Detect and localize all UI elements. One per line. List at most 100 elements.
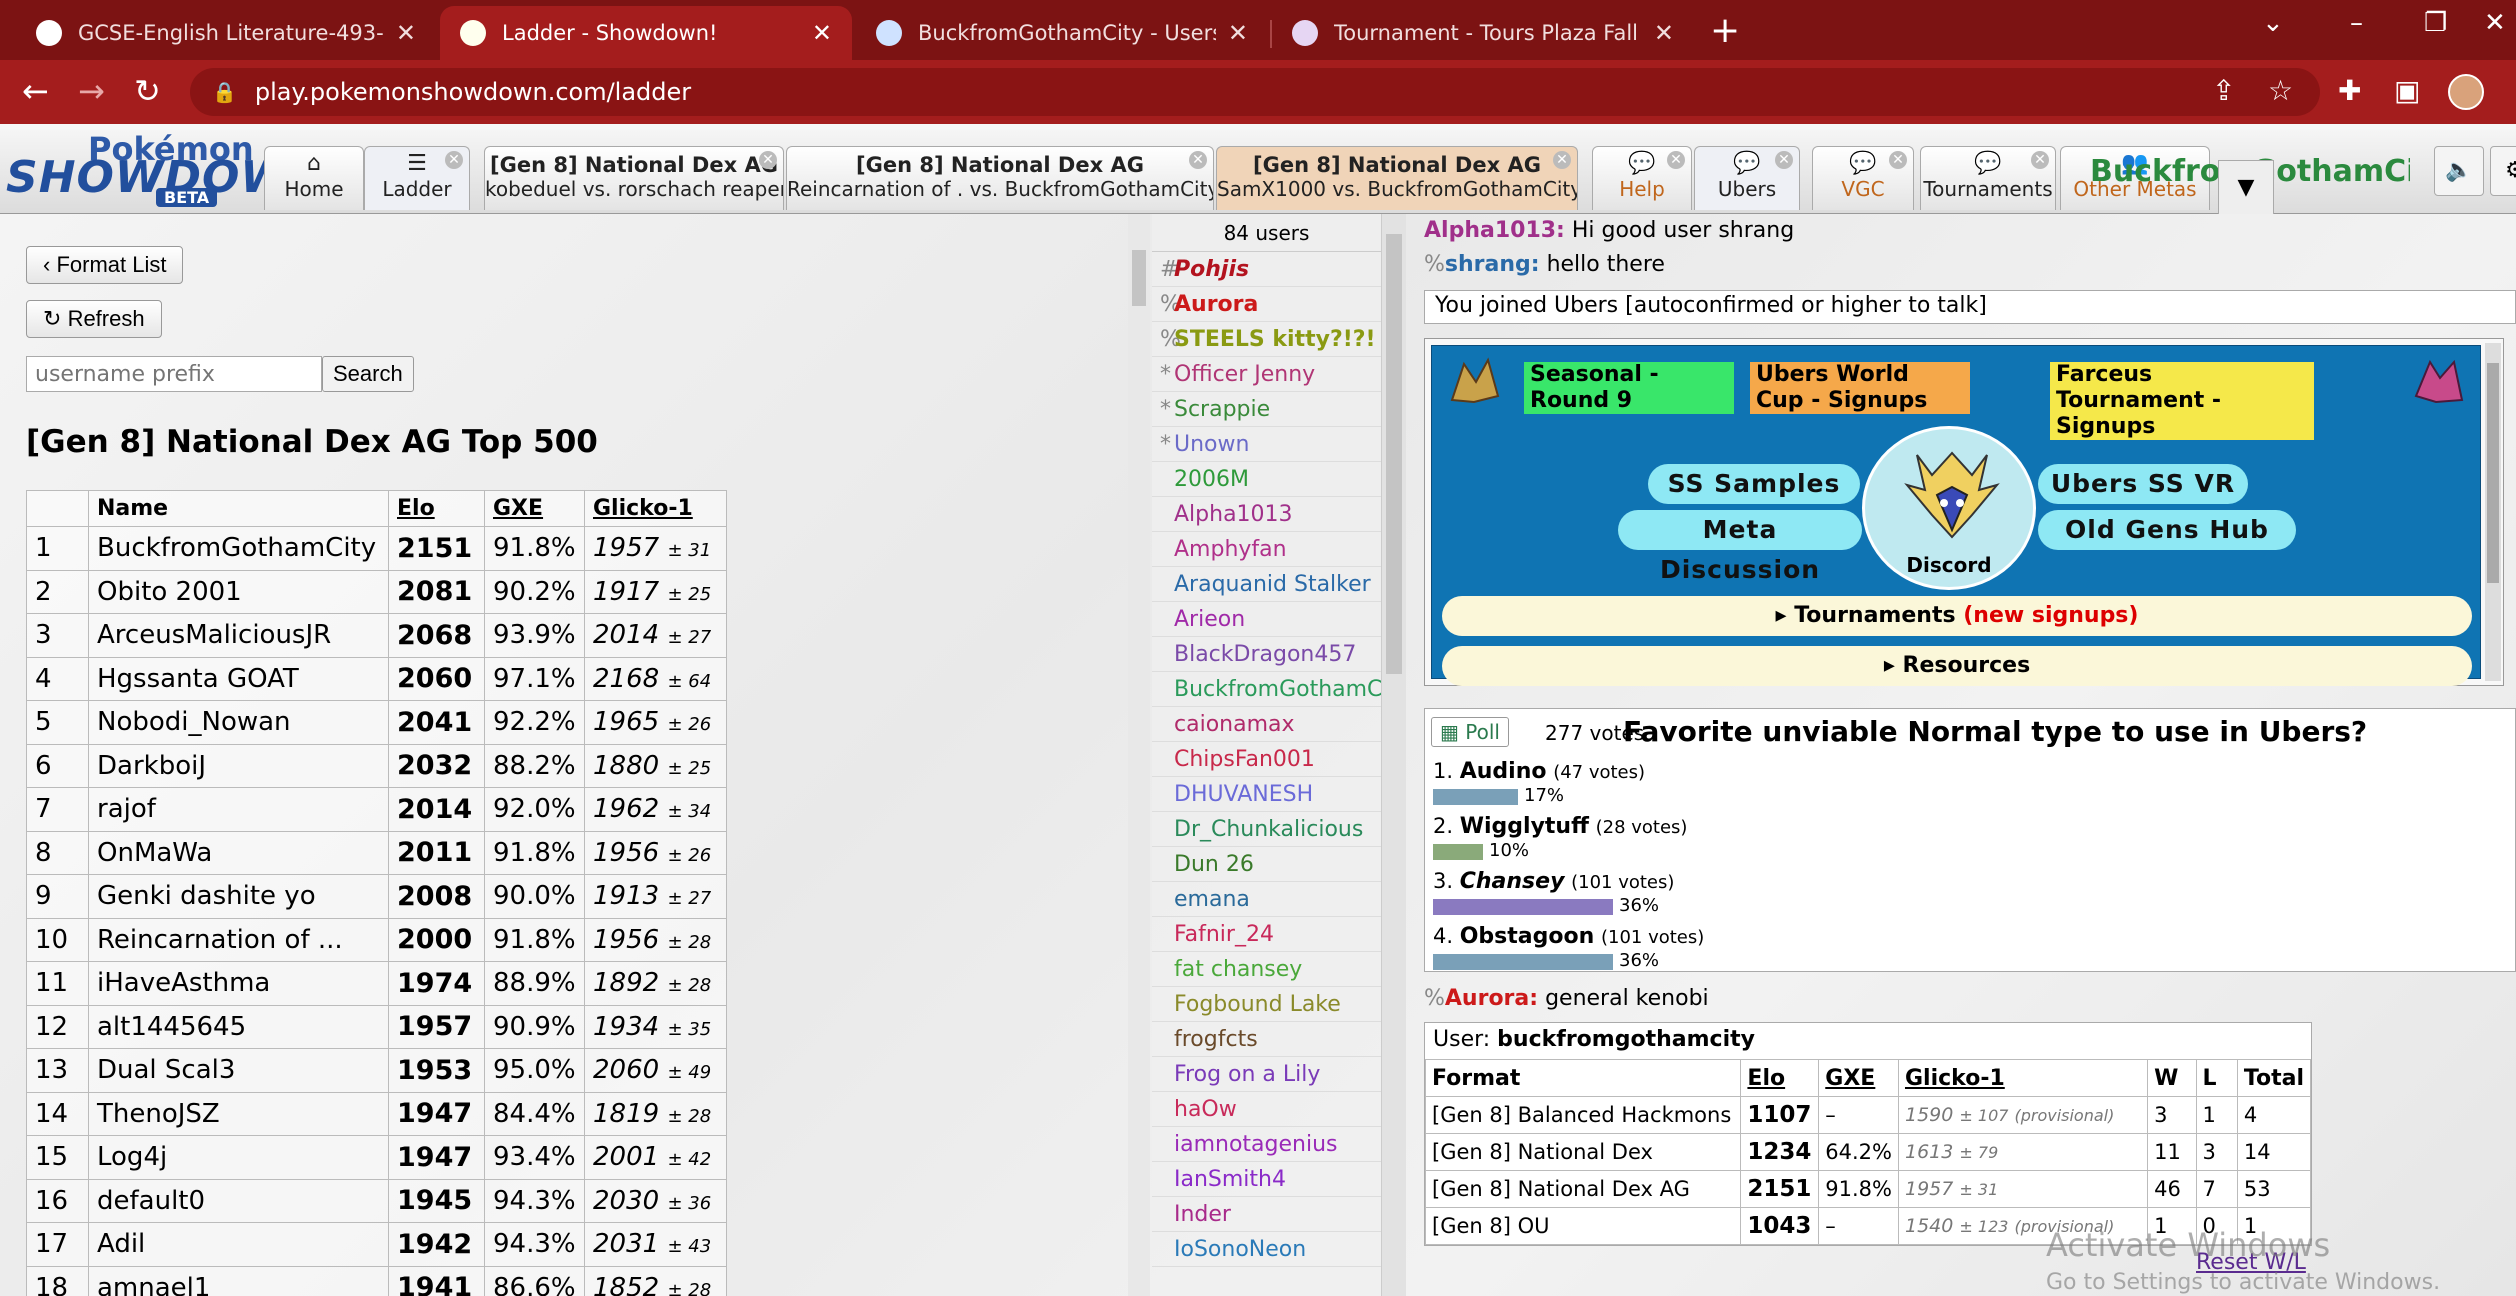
chat-author[interactable]: Aurora: [1445,986,1538,1011]
user-list-item[interactable]: BlackDragon457 [1152,637,1381,672]
player-name-cell[interactable]: Adil [88,1222,389,1267]
player-name-cell[interactable]: OnMaWa [88,830,389,875]
tab-tournaments[interactable]: ✕ 💬 Tournaments [1920,146,2056,210]
tab-ubers[interactable]: ✕ 💬 Ubers [1694,146,1800,210]
user-list-item[interactable]: Fafnir_24 [1152,917,1381,952]
user-list-item[interactable]: #Pohjis [1152,252,1381,287]
close-icon[interactable]: ✕ [1775,151,1793,169]
user-list-item[interactable]: Fogbound Lake [1152,987,1381,1022]
user-list-item[interactable]: ChipsFan001 [1152,742,1381,777]
poll-option[interactable]: 4. Obstagoon (101 votes) [1433,924,1704,949]
player-name-cell[interactable]: Hgssanta GOAT [88,656,389,701]
rankings-username[interactable]: buckfromgothamcity [1497,1027,1755,1052]
ubers-ss-vr-link[interactable]: Ubers SS VR [2038,464,2248,504]
player-name-cell[interactable]: Log4j [88,1135,389,1180]
close-icon[interactable]: ✕ [759,151,777,169]
tab-help[interactable]: ✕ 💬 Help [1592,146,1692,210]
browser-tab-ladder[interactable]: Ladder - Showdown! ✕ [440,6,852,60]
chevron-down-icon[interactable]: ▼ [2218,160,2274,216]
badge-world-cup[interactable]: Ubers World Cup - Signups [1750,362,1970,414]
user-list-item[interactable]: emana [1152,882,1381,917]
format-cell[interactable]: [Gen 8] National Dex AG [1424,1170,1742,1208]
player-name-cell[interactable]: iHaveAsthma [88,961,389,1006]
user-list-item[interactable]: IanSmith4 [1152,1162,1381,1197]
scrollbar-thumb[interactable] [1132,250,1146,306]
player-name-cell[interactable]: default0 [88,1178,389,1223]
profile-avatar[interactable] [2448,74,2484,110]
badge-farceus[interactable]: Farceus Tournament - Signups [2050,362,2314,440]
user-list-item[interactable]: Arieon [1152,602,1381,637]
user-list-item[interactable]: * Scrappie [1152,392,1381,427]
user-list-scrollbar[interactable] [1382,214,1406,1296]
format-cell[interactable]: [Gen 8] National Dex [1424,1133,1742,1171]
col-elo[interactable]: Elo [388,490,485,527]
username-prefix-input[interactable] [26,356,322,392]
player-name-cell[interactable]: Dual Scal3 [88,1048,389,1093]
close-icon[interactable]: ✕ [1654,19,1674,47]
user-list-item[interactable]: caionamax [1152,707,1381,742]
col-glicko[interactable]: Glicko-1 [584,490,727,527]
chat-author[interactable]: shrang: [1445,252,1540,277]
tournaments-toggle[interactable]: ▸ Tournaments (new signups) [1442,596,2472,636]
poll-option[interactable]: 3. Chansey (101 votes) [1433,869,1674,894]
window-close-icon[interactable]: ✕ [2484,8,2506,38]
player-name-cell[interactable]: DarkboiJ [88,743,389,788]
player-name-cell[interactable]: Genki dashite yo [88,874,389,919]
user-list-item[interactable]: Dun 26 [1152,847,1381,882]
search-button[interactable]: Search [322,356,414,392]
poll-option[interactable]: 2. Wigglytuff (28 votes) [1433,814,1687,839]
col-gxe[interactable]: GXE [484,490,585,527]
old-gens-hub-link[interactable]: Old Gens Hub [2038,510,2296,550]
ss-samples-link[interactable]: SS Samples [1648,464,1860,504]
user-list-item[interactable]: Frog on a Lily [1152,1057,1381,1092]
close-icon[interactable]: ✕ [1189,151,1207,169]
chat-author[interactable]: Alpha1013: [1424,218,1565,243]
format-list-button[interactable]: ‹ Format List [26,246,184,284]
meta-discussion-link[interactable]: Meta Discussion [1618,510,1862,584]
share-icon[interactable]: ⇪ [2212,74,2235,107]
player-name-cell[interactable]: Nobodi_Nowan [88,700,389,745]
close-icon[interactable]: ✕ [1553,151,1571,169]
ladder-scrollbar[interactable] [1128,214,1150,1296]
user-list-item[interactable]: * Officer Jenny [1152,357,1381,392]
close-icon[interactable]: ✕ [445,151,463,169]
tab-battle-reincarnation[interactable]: ✕ [Gen 8] National Dex AG Reincarnation … [786,146,1214,210]
user-list-item[interactable]: Alpha1013 [1152,497,1381,532]
col-name[interactable]: Name [88,490,389,527]
player-name-cell[interactable]: ThenoJSZ [88,1091,389,1136]
forward-arrow-icon[interactable]: → [78,72,105,110]
browser-tab-gcse[interactable]: GCSE-English Literature-493-Sun ✕ [16,6,436,60]
user-list-item[interactable]: %Aurora [1152,287,1381,322]
user-list-item[interactable]: DHUVANESH [1152,777,1381,812]
close-icon[interactable]: ✕ [1228,19,1248,47]
player-name-cell[interactable]: ArceusMaliciousJR [88,613,389,658]
player-name-cell[interactable]: Obito 2001 [88,569,389,614]
format-cell[interactable]: [Gen 8] OU [1424,1207,1742,1245]
user-list-item[interactable]: frogfcts [1152,1022,1381,1057]
user-list-item[interactable]: %STEELS kitty?!?! [1152,322,1381,357]
user-list-item[interactable]: fat chansey [1152,952,1381,987]
user-list-item[interactable]: 2006M [1152,462,1381,497]
tab-vgc[interactable]: ✕ 💬 VGC [1812,146,1914,210]
refresh-button[interactable]: ↻ Refresh [26,300,162,338]
tab-home[interactable]: ⌂ Home [264,146,364,210]
side-panel-icon[interactable]: ▣ [2394,74,2420,107]
user-list-item[interactable]: iamnotagenius [1152,1127,1381,1162]
browser-tab-users[interactable]: BuckfromGothamCity - Users - Po ✕ [856,6,1268,60]
gear-icon[interactable]: ⚙ [2490,146,2516,196]
poll-option[interactable]: 1. Audino (47 votes) [1433,759,1645,784]
restore-icon[interactable]: ❐ [2424,8,2447,38]
extensions-puzzle-icon[interactable]: ✚ [2338,74,2361,107]
infobox-scrollbar[interactable] [2485,343,2501,681]
user-list-item[interactable]: BuckfromGothamC [1152,672,1381,707]
back-arrow-icon[interactable]: ← [22,72,49,110]
close-icon[interactable]: ✕ [812,19,832,47]
scrollbar-thumb[interactable] [2487,363,2499,583]
close-icon[interactable]: ✕ [396,19,416,47]
user-list-item[interactable]: Amphyfan [1152,532,1381,567]
close-icon[interactable]: ✕ [1667,151,1685,169]
tab-search-chevron-icon[interactable]: ⌄ [2262,8,2284,38]
player-name-cell[interactable]: amnael1 [88,1265,389,1296]
user-list-item[interactable]: * Unown [1152,427,1381,462]
browser-tab-tournament[interactable]: Tournament - Tours Plaza Fall Sea ✕ [1272,6,1694,60]
